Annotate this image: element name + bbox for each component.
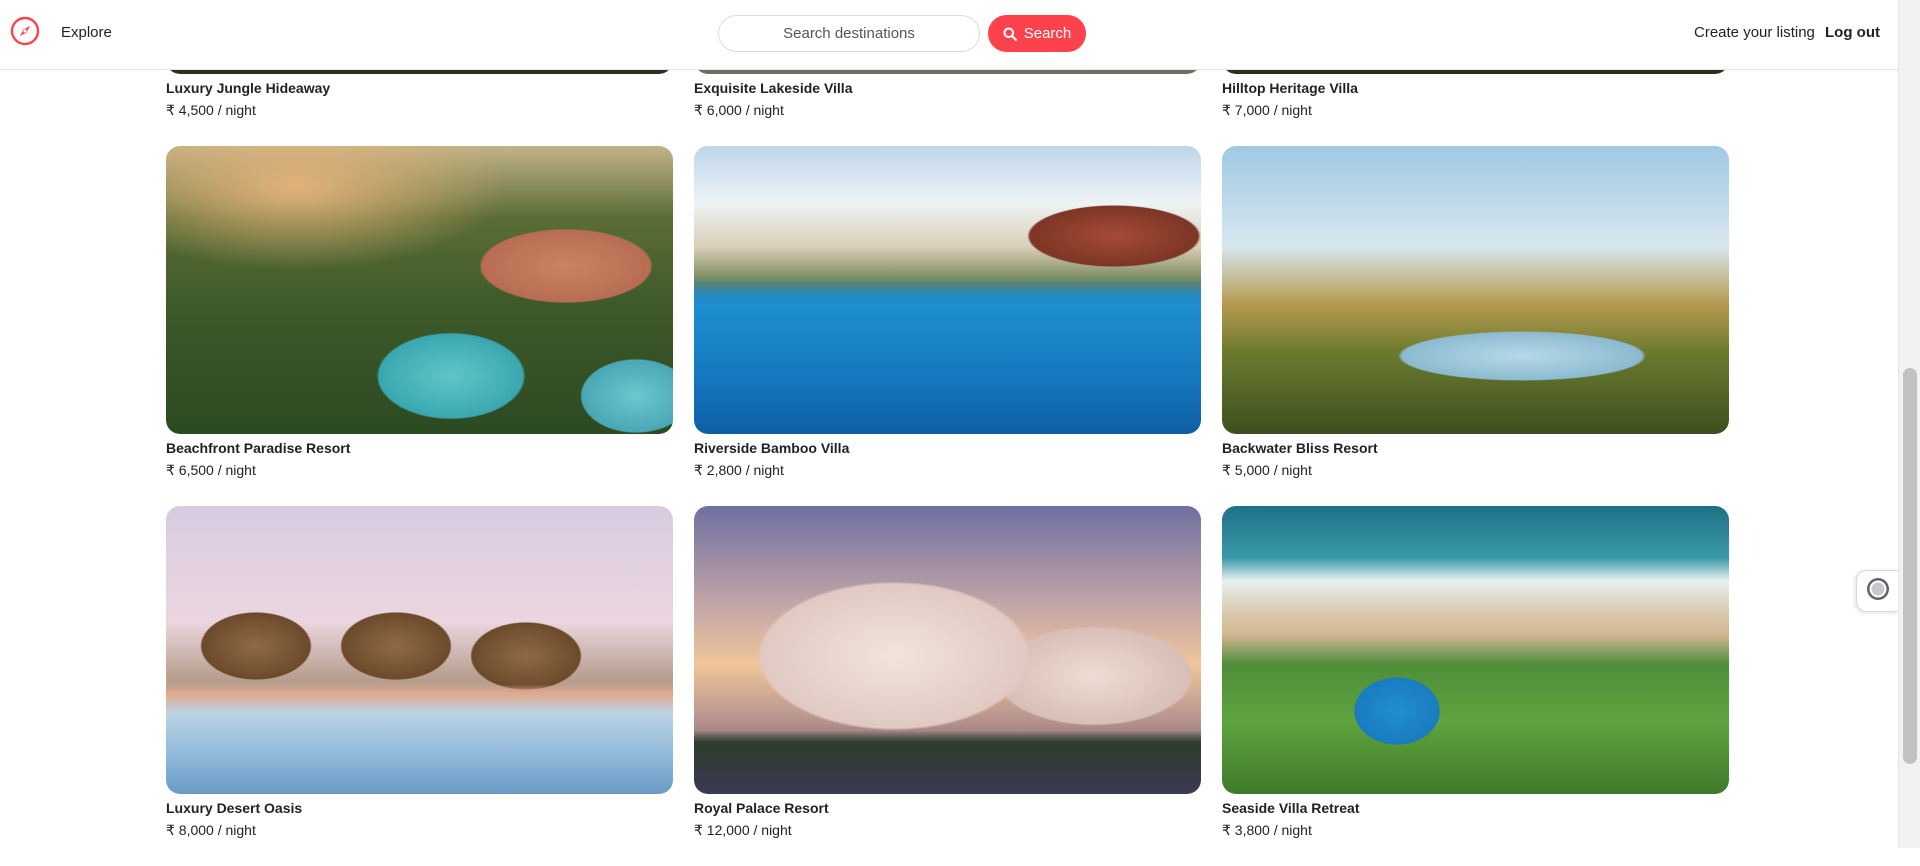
- search-button-label: Search: [1023, 25, 1072, 42]
- listing-grid: Luxury Jungle Hideaway ₹ 4,500 / night E…: [166, 0, 1729, 866]
- listing-price: ₹ 12,000 / night: [694, 822, 792, 838]
- listing-title: Royal Palace Resort: [694, 800, 829, 816]
- page-scrollbar[interactable]: [1898, 0, 1920, 848]
- listing-title: Luxury Jungle Hideaway: [166, 80, 331, 96]
- listing-title: Luxury Desert Oasis: [166, 800, 303, 816]
- listing-title: Hilltop Heritage Villa: [1222, 80, 1358, 96]
- listing-title: Backwater Bliss Resort: [1222, 440, 1378, 456]
- record-icon: [1865, 576, 1891, 607]
- listing-title: Seaside Villa Retreat: [1222, 800, 1360, 816]
- listing-image[interactable]: [1222, 506, 1729, 794]
- listing-image[interactable]: [1222, 146, 1729, 434]
- listing-title: Exquisite Lakeside Villa: [694, 80, 853, 96]
- listing-card[interactable]: Riverside Bamboo Villa ₹ 2,800 / night: [694, 146, 1201, 506]
- listing-title: Beachfront Paradise Resort: [166, 440, 351, 456]
- listing-image[interactable]: [694, 506, 1201, 794]
- search-input[interactable]: [719, 16, 979, 51]
- side-widget-button[interactable]: [1856, 570, 1898, 612]
- listing-price: ₹ 4,500 / night: [166, 102, 256, 118]
- nav-explore-link[interactable]: Explore: [61, 24, 112, 41]
- listing-image[interactable]: [694, 146, 1201, 434]
- listing-image[interactable]: [166, 506, 673, 794]
- listing-price: ₹ 7,000 / night: [1222, 102, 1312, 118]
- logout-link[interactable]: Log out: [1825, 24, 1880, 41]
- search-icon: [1003, 27, 1017, 41]
- listing-price: ₹ 6,500 / night: [166, 462, 256, 478]
- listing-card[interactable]: Royal Palace Resort ₹ 12,000 / night: [694, 506, 1201, 866]
- listing-price: ₹ 2,800 / night: [694, 462, 784, 478]
- listing-price: ₹ 3,800 / night: [1222, 822, 1312, 838]
- create-listing-link[interactable]: Create your listing: [1694, 24, 1815, 41]
- search-box: [718, 15, 980, 52]
- listing-price: ₹ 5,000 / night: [1222, 462, 1312, 478]
- listing-card[interactable]: Seaside Villa Retreat ₹ 3,800 / night: [1222, 506, 1729, 866]
- listing-price: ₹ 6,000 / night: [694, 102, 784, 118]
- listing-card[interactable]: Backwater Bliss Resort ₹ 5,000 / night: [1222, 146, 1729, 506]
- navbar: Explore Search Create your listing Log o…: [0, 0, 1898, 70]
- scrollbar-thumb[interactable]: [1903, 368, 1917, 764]
- listing-title: Riverside Bamboo Villa: [694, 440, 850, 456]
- listing-image[interactable]: [166, 146, 673, 434]
- compass-icon[interactable]: [10, 16, 40, 46]
- listing-card[interactable]: Beachfront Paradise Resort ₹ 6,500 / nig…: [166, 146, 673, 506]
- listing-card[interactable]: Luxury Desert Oasis ₹ 8,000 / night: [166, 506, 673, 866]
- search-button[interactable]: Search: [988, 15, 1086, 52]
- listing-price: ₹ 8,000 / night: [166, 822, 256, 838]
